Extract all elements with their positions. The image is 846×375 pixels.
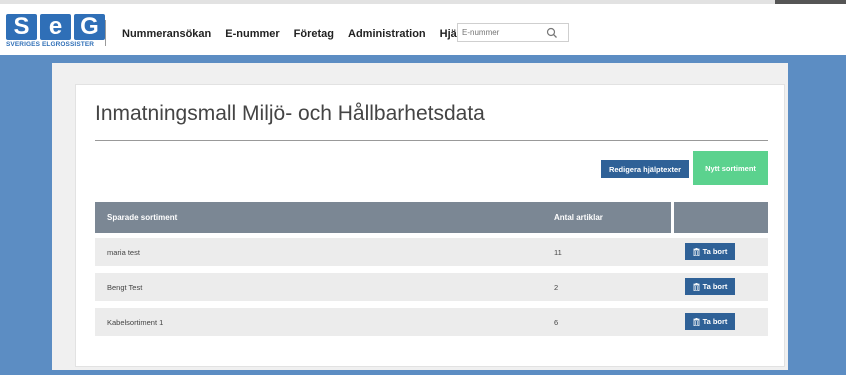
delete-button-label: Ta bort [702,282,728,291]
assortment-name: maria test [107,248,140,257]
main-nav: Nummeransökan E-nummer Företag Administr… [122,28,467,40]
delete-button[interactable]: Ta bort [685,243,735,260]
table-header-main: Sparade sortiment Antal artiklar [95,202,671,233]
search-icon[interactable] [546,27,558,39]
article-count: 6 [554,318,559,327]
table-row: maria test 11 Ta bort [95,238,768,266]
assortment-name: Bengt Test [107,283,143,292]
assortment-name: Kabelsortiment 1 [107,318,164,327]
search-input[interactable] [458,24,552,41]
delete-button-label: Ta bort [702,317,728,326]
table-header: Sparade sortiment Antal artiklar [95,202,768,233]
trash-icon [693,247,700,256]
delete-button-label: Ta bort [702,247,728,256]
site-header: S e G SVERIGES ELGROSSISTER Nummeransöka… [0,4,846,55]
table-row: Kabelsortiment 1 6 Ta bort [95,308,768,336]
nav-item-foretag[interactable]: Företag [294,28,334,40]
trash-icon [693,282,700,291]
seg-logo[interactable]: S e G SVERIGES ELGROSSISTER [3,14,105,51]
search-box [457,23,569,42]
article-count: 11 [554,248,562,257]
column-header-saved-assortments: Sparade sortiment [107,213,178,222]
logo-subtitle: SVERIGES ELGROSSISTER [6,41,95,48]
column-header-actions [674,202,768,233]
header-divider [105,20,106,46]
trash-icon [693,317,700,326]
nav-item-e-nummer[interactable]: E-nummer [225,28,279,40]
page-title: Inmatningsmall Miljö- och Hållbarhetsdat… [95,102,485,125]
edit-help-texts-button[interactable]: Redigera hjälptexter [601,160,689,178]
logo-letter: S [6,14,37,40]
delete-button[interactable]: Ta bort [685,313,735,330]
logo-letter: e [40,14,71,40]
article-count: 2 [554,283,559,292]
column-header-article-count: Antal artiklar [554,213,603,222]
delete-button[interactable]: Ta bort [685,278,735,295]
logo-letter: G [74,14,105,40]
nav-item-nummeransokan[interactable]: Nummeransökan [122,28,211,40]
logo-letters: S e G [6,14,105,40]
title-divider [95,140,768,141]
nav-item-administration[interactable]: Administration [348,28,426,40]
new-assortment-button[interactable]: Nytt sortiment [693,151,768,185]
table-row: Bengt Test 2 Ta bort [95,273,768,301]
